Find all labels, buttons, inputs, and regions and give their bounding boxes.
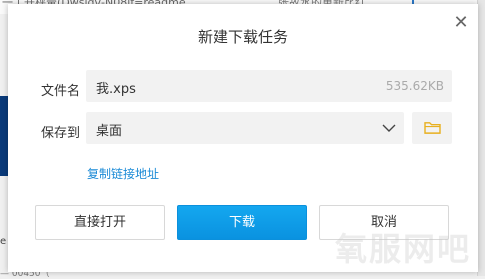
cancel-button[interactable]: 取消	[319, 205, 449, 240]
open-directly-button[interactable]: 直接打开	[35, 205, 165, 240]
close-icon[interactable]: ✕	[452, 14, 470, 32]
save-location-value: 桌面	[96, 124, 123, 139]
chevron-down-icon[interactable]	[382, 122, 396, 134]
save-location-select[interactable]: 桌面	[86, 112, 404, 144]
new-download-dialog: 新建下载任务 ✕ 文件名 我.xps 535.62KB 保存到 桌面 复制链接地…	[8, 4, 478, 272]
filename-field[interactable]: 我.xps 535.62KB	[86, 70, 452, 102]
download-button[interactable]: 下载	[177, 205, 307, 240]
folder-icon	[424, 122, 441, 134]
filename-value[interactable]: 我.xps	[96, 78, 136, 97]
file-size: 535.62KB	[385, 79, 444, 93]
copy-link-address[interactable]: 复制链接地址	[87, 165, 159, 182]
filename-label: 文件名	[41, 84, 81, 99]
browse-folder-button[interactable]	[412, 112, 452, 144]
background-text: e	[0, 236, 7, 247]
dialog-title: 新建下载任务	[197, 28, 288, 46]
background-scrollbar	[477, 0, 485, 276]
save-to-label: 保存到	[41, 126, 81, 141]
